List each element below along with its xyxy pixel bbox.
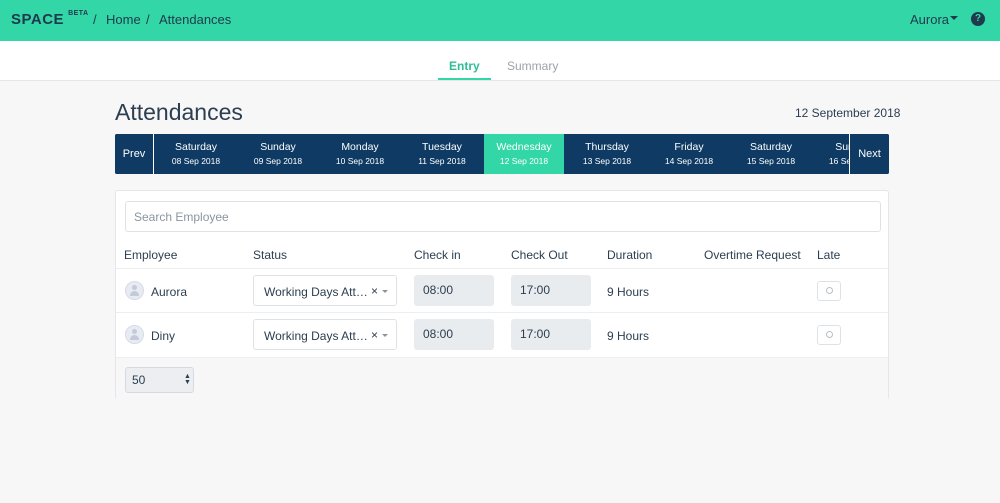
question-circle-icon[interactable]: ?	[971, 12, 985, 26]
check-in-field[interactable]: 08:00	[414, 275, 494, 306]
breadcrumb-home[interactable]: Home	[106, 12, 141, 27]
day-item[interactable]: Saturday 15 Sep 2018	[730, 134, 812, 174]
breadcrumb-attendances: Attendances	[159, 12, 232, 27]
status-value: Working Days Attendance	[264, 329, 369, 343]
logo-text: SPACE	[11, 11, 65, 28]
day-name: Thursday	[585, 141, 629, 153]
day-item[interactable]: Monday 10 Sep 2018	[319, 134, 401, 174]
day-date: 14 Sep 2018	[664, 156, 714, 166]
day-date: 09 Sep 2018	[253, 156, 303, 166]
day-item-selected[interactable]: Wednesday 12 Sep 2018	[484, 134, 564, 174]
day-name: Wednesday	[496, 141, 552, 153]
late-button[interactable]	[817, 281, 841, 301]
day-name: Sunday	[260, 141, 296, 153]
column-header-employee: Employee	[124, 248, 178, 262]
day-name: Friday	[674, 141, 704, 153]
check-out-field[interactable]: 17:00	[511, 275, 591, 306]
user-menu[interactable]: Aurora	[910, 12, 949, 27]
next-button[interactable]: Next	[849, 134, 889, 174]
day-date: 11 Sep 2018	[418, 156, 466, 166]
column-header-duration: Duration	[607, 248, 653, 262]
day-item[interactable]: Sunday 09 Sep 2018	[237, 134, 319, 174]
active-tab-indicator	[438, 78, 491, 80]
clear-icon[interactable]: ×	[371, 328, 378, 342]
column-header-overtime-request: Overtime Request	[704, 248, 801, 262]
status-value: Working Days Attendance	[264, 285, 369, 299]
day-name: Saturday	[749, 141, 793, 153]
check-out-field[interactable]: 17:00	[511, 319, 591, 350]
day-date: 10 Sep 2018	[335, 156, 385, 166]
check-in-field[interactable]: 08:00	[414, 319, 494, 350]
day-name: Tuesday	[422, 141, 462, 153]
day-navigation: Saturday 08 Sep 2018 Sunday 09 Sep 2018 …	[115, 134, 889, 174]
day-date: 13 Sep 2018	[582, 156, 632, 166]
prev-button[interactable]: Prev	[115, 134, 154, 174]
app-logo[interactable]: SPACE BETA	[11, 10, 89, 28]
beta-badge: BETA	[68, 10, 89, 17]
row-divider	[116, 268, 888, 269]
search-employee-input[interactable]	[125, 201, 881, 232]
stepper-arrows-icon: ▲ ▼	[184, 373, 191, 386]
column-header-check-out: Check Out	[511, 248, 568, 262]
day-name: Monday	[341, 141, 379, 153]
breadcrumb-separator: /	[93, 12, 97, 27]
attendance-card: Employee Status Check in Check Out Durat…	[115, 190, 889, 400]
day-item[interactable]: Thursday 13 Sep 2018	[566, 134, 648, 174]
duration-value: 9 Hours	[607, 329, 650, 343]
table-footer: 50 ▲ ▼	[116, 357, 888, 400]
late-button[interactable]	[817, 325, 841, 345]
day-date: 15 Sep 2018	[746, 156, 796, 166]
chevron-down-icon[interactable]	[382, 334, 388, 337]
day-date: 12 Sep 2018	[499, 156, 549, 166]
duration-value: 9 Hours	[607, 285, 650, 299]
day-item[interactable]: Tuesday 11 Sep 2018	[401, 134, 483, 174]
day-name: Saturday	[174, 141, 218, 153]
chevron-down-icon[interactable]	[950, 16, 958, 20]
row-divider	[116, 312, 888, 313]
per-page-value: 50	[132, 373, 146, 387]
top-navigation-bar: SPACE BETA / Home / Attendances Aurora ?	[0, 0, 1000, 41]
user-avatar-icon	[125, 281, 144, 300]
employee-name: Diny	[151, 329, 176, 343]
clock-icon	[826, 287, 833, 294]
tab-entry[interactable]: Entry	[449, 59, 480, 73]
page-title: Attendances	[115, 99, 243, 125]
status-select[interactable]: Working Days Attendance ×	[253, 319, 397, 350]
clock-icon	[826, 331, 833, 338]
status-select[interactable]: Working Days Attendance ×	[253, 275, 397, 306]
current-date: 12 September 2018	[795, 106, 901, 120]
per-page-select[interactable]: 50 ▲ ▼	[125, 367, 194, 393]
day-item[interactable]: Saturday 08 Sep 2018	[155, 134, 237, 174]
breadcrumb-separator: /	[146, 12, 150, 27]
employee-name: Aurora	[151, 285, 188, 299]
clear-icon[interactable]: ×	[371, 284, 378, 298]
column-header-late: Late	[817, 248, 841, 262]
column-header-check-in: Check in	[414, 248, 461, 262]
chevron-down-icon[interactable]	[382, 290, 388, 293]
day-date: 08 Sep 2018	[171, 156, 221, 166]
day-item[interactable]: Friday 14 Sep 2018	[648, 134, 730, 174]
page-tabs: Entry Summary	[0, 41, 1000, 81]
tab-summary[interactable]: Summary	[507, 59, 558, 73]
column-header-status: Status	[253, 248, 288, 262]
user-avatar-icon	[125, 325, 144, 344]
